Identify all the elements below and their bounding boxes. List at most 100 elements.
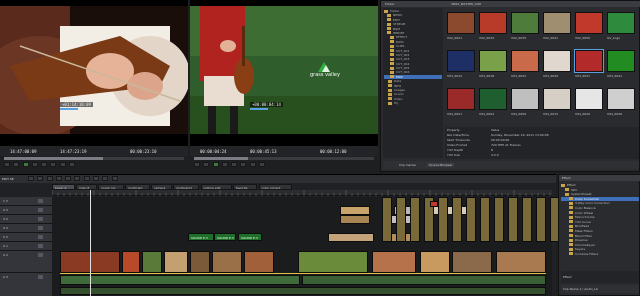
track-mute-button[interactable] — [38, 226, 43, 230]
timeline-clip[interactable] — [142, 251, 162, 273]
timeline-clip[interactable] — [372, 251, 416, 273]
clip-thumbnail[interactable] — [543, 50, 571, 72]
timeline-clip[interactable] — [60, 275, 300, 285]
track-header[interactable]: 4 V — [0, 224, 52, 233]
track-header[interactable]: 1 V — [0, 197, 52, 206]
timeline-clip[interactable] — [452, 197, 462, 242]
timeline-clip[interactable] — [430, 201, 438, 207]
bin-folder-tree[interactable]: Folder NEWS EDIT STREAM BGM IMPORT EFFECT DATA C… — [383, 8, 443, 158]
clip-thumbnail[interactable] — [479, 12, 507, 34]
timeline-clip[interactable] — [522, 197, 532, 242]
clip-thumbnail[interactable] — [607, 88, 635, 110]
clip-thumbnail[interactable] — [479, 88, 507, 110]
render-button[interactable] — [111, 176, 118, 181]
timeline-clip[interactable] — [396, 197, 406, 242]
recorder-fast-forward-button[interactable] — [231, 162, 238, 167]
recorder-scrub-bar[interactable] — [194, 157, 374, 160]
snap-button[interactable] — [65, 176, 72, 181]
zoom-button[interactable] — [102, 176, 109, 181]
effect-tree[interactable]: Effect SDV SystemPreset Color Correction 3-W… — [561, 183, 639, 269]
timeline-clip[interactable] — [190, 251, 210, 273]
timeline-clip[interactable] — [452, 251, 492, 273]
recorder-rewind-button[interactable] — [194, 162, 200, 167]
track-header[interactable]: A 1 — [0, 242, 52, 251]
timeline-clip[interactable] — [508, 197, 518, 242]
player-monitor[interactable]: +01:14:10:09 — [0, 0, 188, 148]
track-mute-button[interactable] — [38, 199, 43, 203]
timeline-clip[interactable] — [420, 251, 450, 273]
undo-button[interactable] — [83, 176, 90, 181]
recorder-mark-in-button[interactable] — [240, 162, 247, 167]
track-mute-button[interactable] — [38, 217, 43, 221]
timeline-clip[interactable] — [428, 206, 468, 215]
timeline-clip[interactable] — [382, 197, 392, 242]
title-clip[interactable]: SOUND E.3 — [238, 233, 262, 241]
track-mute-button[interactable] — [38, 275, 43, 279]
recorder-mark-out-button[interactable] — [249, 162, 256, 167]
cut-tool-button[interactable] — [28, 176, 34, 181]
track-mute-button[interactable] — [38, 235, 43, 239]
folder-tree-item[interactable]: Prj — [384, 101, 442, 105]
timeline-clip[interactable] — [496, 251, 546, 273]
ripple-button[interactable] — [46, 176, 53, 181]
track-header[interactable]: A 2 — [0, 251, 52, 273]
timeline-clip[interactable] — [466, 197, 476, 242]
playhead-line[interactable] — [90, 190, 91, 296]
timeline-clip[interactable] — [340, 215, 370, 224]
clip-thumbnail[interactable] — [607, 12, 635, 34]
clip-thumbnail[interactable] — [607, 50, 635, 72]
recorder-step-forward-button[interactable] — [221, 162, 228, 167]
player-fast-forward-button[interactable] — [41, 162, 48, 167]
marker-button[interactable] — [74, 176, 81, 181]
timeline-clip[interactable] — [494, 197, 504, 242]
track-header[interactable]: A 3 — [0, 273, 52, 296]
player-rewind-button[interactable] — [4, 162, 10, 167]
player-step-forward-button[interactable] — [31, 162, 38, 167]
player-mark-in-button[interactable] — [50, 162, 57, 167]
recorder-step-back-button[interactable] — [203, 162, 210, 167]
timeline-clip[interactable] — [438, 197, 448, 242]
timeline-clip[interactable] — [212, 251, 242, 273]
track-area[interactable]: SOUND E.3 SOUND E.3 SOUND E.3 — [52, 197, 560, 296]
title-clip[interactable]: SOUND E.3 — [188, 233, 214, 241]
trim-tool-button[interactable] — [37, 176, 44, 181]
clip-thumbnail[interactable] — [575, 88, 603, 110]
recorder-play-button[interactable] — [212, 162, 219, 167]
clip-thumbnail[interactable] — [447, 50, 475, 72]
timeline-clip[interactable] — [328, 233, 374, 242]
recorder-monitor[interactable]: grass valley +00:00:04:14 — [190, 0, 378, 148]
sync-lock-button[interactable] — [55, 176, 62, 181]
clip-thumbnail[interactable] — [574, 49, 604, 73]
timeline-clip[interactable] — [122, 251, 140, 273]
track-header[interactable]: 3 V — [0, 215, 52, 224]
player-insert-button[interactable] — [68, 162, 75, 167]
timeline-clip[interactable] — [536, 197, 546, 242]
clip-thumbnail[interactable] — [543, 88, 571, 110]
redo-button[interactable] — [92, 176, 99, 181]
clip-thumbnail[interactable] — [447, 12, 475, 34]
clip-thumbnail[interactable] — [511, 50, 539, 72]
track-mute-button[interactable] — [38, 244, 43, 248]
clip-thumbnail[interactable] — [575, 12, 603, 34]
title-clip[interactable]: SOUND E.3 — [214, 233, 236, 241]
tab-clip-marker[interactable]: Clip marker — [399, 163, 416, 167]
timeline-clip[interactable] — [340, 206, 370, 215]
clip-thumbnail[interactable] — [479, 50, 507, 72]
recorder-overwrite-button[interactable] — [258, 162, 265, 167]
track-header[interactable]: 2 V — [0, 206, 52, 215]
player-mark-out-button[interactable] — [59, 162, 66, 167]
timeline-clip[interactable] — [480, 197, 490, 242]
track-mute-button[interactable] — [38, 253, 43, 257]
clip-thumbnail[interactable] — [511, 88, 539, 110]
player-scrub-bar[interactable] — [4, 157, 184, 160]
effect-tree-item[interactable]: Combine Filters — [561, 252, 639, 257]
timeline-clip[interactable] — [244, 251, 274, 273]
track-header[interactable]: 5 V — [0, 233, 52, 242]
timeline-ruler[interactable] — [52, 190, 552, 196]
tab-source-browser[interactable]: Source Browser — [427, 163, 455, 167]
timeline-clip[interactable] — [164, 251, 188, 273]
clip-thumbnail[interactable] — [543, 12, 571, 34]
track-mute-button[interactable] — [38, 208, 43, 212]
timeline-clip[interactable] — [298, 251, 368, 273]
clip-thumbnail[interactable] — [511, 12, 539, 34]
